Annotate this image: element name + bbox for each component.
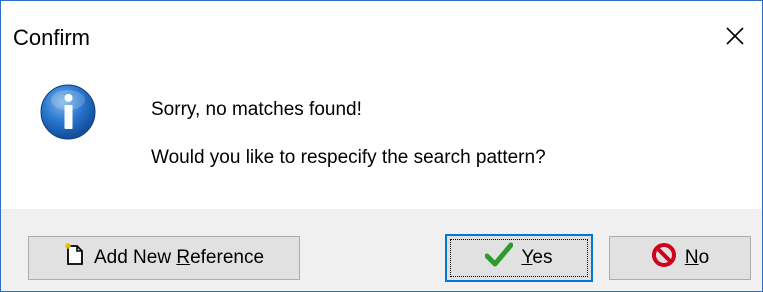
new-document-icon bbox=[64, 243, 86, 273]
message-line-2: Would you like to respecify the search p… bbox=[151, 147, 546, 168]
message-area: Sorry, no matches found! Would you like … bbox=[1, 77, 762, 209]
no-label: No bbox=[684, 247, 710, 268]
info-icon bbox=[39, 83, 97, 141]
no-button[interactable]: No bbox=[609, 236, 751, 280]
prohibited-icon bbox=[651, 242, 677, 274]
add-new-reference-label: Add New Reference bbox=[93, 247, 265, 268]
close-icon[interactable] bbox=[716, 17, 754, 55]
message-line-1: Sorry, no matches found! bbox=[151, 99, 362, 120]
focus-outline bbox=[450, 239, 588, 277]
button-bar: Add New Reference Yes No bbox=[1, 209, 762, 291]
add-new-reference-button[interactable]: Add New Reference bbox=[28, 236, 300, 280]
window-title: Confirm bbox=[13, 25, 91, 50]
yes-button[interactable]: Yes bbox=[445, 234, 593, 282]
title-bar: Confirm bbox=[1, 1, 762, 77]
confirm-dialog: Confirm Sorry, no matches found! Would y… bbox=[0, 0, 763, 292]
